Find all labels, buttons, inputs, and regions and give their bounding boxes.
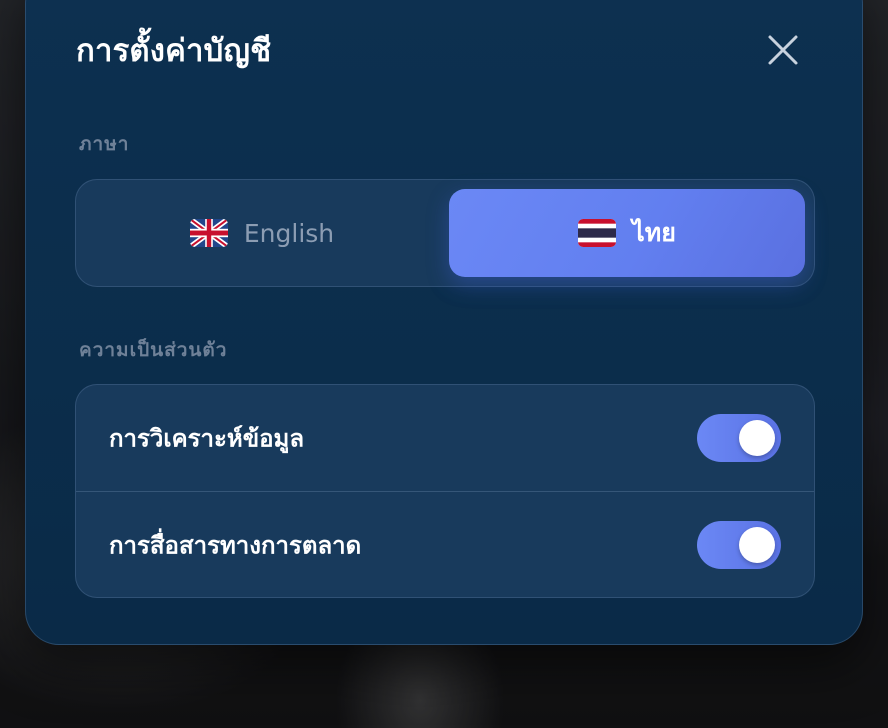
language-option-english[interactable]: English: [84, 189, 440, 277]
close-icon: [768, 35, 798, 65]
close-button[interactable]: [762, 29, 804, 71]
analytics-toggle[interactable]: [697, 414, 781, 462]
privacy-row-analytics: การวิเคราะห์ข้อมูล: [76, 385, 814, 491]
language-label-english: English: [243, 218, 335, 248]
privacy-settings-card: การวิเคราะห์ข้อมูล การสื่อสารทางการตลาด: [75, 384, 815, 598]
thai-flag-icon: [578, 219, 617, 247]
privacy-section-label: ความเป็นส่วนตัว: [79, 339, 228, 361]
privacy-row-marketing: การสื่อสารทางการตลาด: [76, 492, 814, 597]
toggle-knob: [739, 527, 775, 563]
marketing-label: การสื่อสารทางการตลาด: [109, 531, 362, 560]
marketing-toggle[interactable]: [697, 521, 781, 569]
language-section-label: ภาษา: [79, 133, 130, 155]
account-settings-dialog: การตั้งค่าบัญชี ภาษา English ไทย ความเป็…: [25, 0, 863, 645]
uk-flag-icon: [189, 219, 228, 247]
language-switch: English ไทย: [75, 179, 815, 287]
language-label-thai: ไทย: [632, 218, 676, 247]
analytics-label: การวิเคราะห์ข้อมูล: [109, 424, 305, 453]
toggle-knob: [739, 420, 775, 456]
language-option-thai[interactable]: ไทย: [449, 189, 805, 277]
dialog-title: การตั้งค่าบัญชี: [76, 33, 272, 69]
